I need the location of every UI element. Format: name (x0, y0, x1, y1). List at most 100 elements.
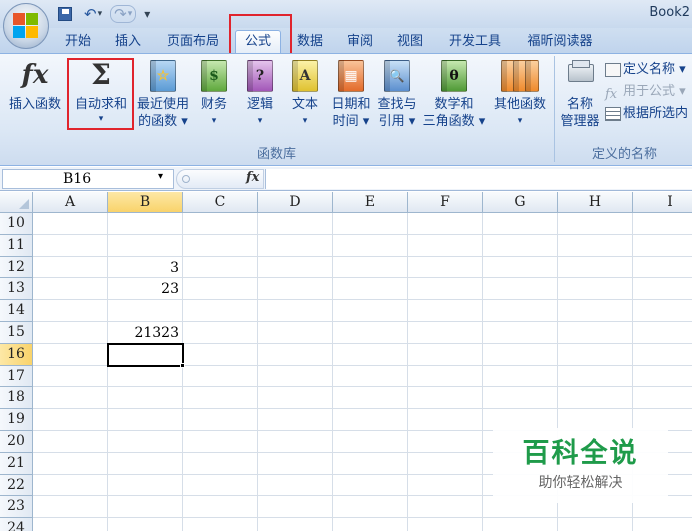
cell-c17[interactable] (183, 365, 258, 388)
cell-g15[interactable] (483, 322, 558, 344)
name-box-dropdown-icon[interactable]: ▾ (158, 171, 163, 182)
cell-e14[interactable] (333, 300, 408, 322)
cell-b11[interactable] (108, 234, 183, 257)
cell-e15[interactable] (333, 322, 408, 344)
customize-qat-button[interactable]: ▾ (144, 5, 150, 23)
cell-e18[interactable] (333, 387, 408, 410)
cell-g14[interactable] (483, 300, 558, 322)
row-header-16[interactable]: 16 (0, 343, 33, 366)
cell-d21[interactable] (258, 452, 333, 475)
fill-handle[interactable] (180, 362, 185, 368)
cell-c23[interactable] (183, 496, 258, 519)
cell-h16[interactable] (558, 343, 633, 366)
create-from-selection-button[interactable]: 根据所选内 (605, 104, 688, 124)
cell-e21[interactable] (333, 452, 408, 475)
tab-view[interactable]: 视图 (390, 31, 430, 53)
cell-a16[interactable] (33, 343, 108, 366)
cell-c10[interactable] (183, 213, 258, 235)
cell-d17[interactable] (258, 365, 333, 388)
cell-b12[interactable]: 3 (108, 256, 183, 279)
cell-b20[interactable] (108, 431, 183, 453)
cell-i17[interactable] (633, 366, 692, 388)
cell-c22[interactable] (183, 474, 258, 497)
cell-g12[interactable] (483, 256, 558, 279)
cell-h13[interactable] (558, 278, 633, 301)
name-manager-button[interactable]: 名称 管理器 (557, 58, 603, 130)
cell-b18[interactable] (108, 387, 183, 410)
logical-button[interactable]: ? 逻辑 ▾ (241, 58, 279, 130)
cell-c12[interactable] (183, 256, 258, 279)
insert-function-button[interactable]: fx 插入函数 (4, 58, 66, 113)
cell-a19[interactable] (33, 409, 108, 431)
cell-e12[interactable] (333, 256, 408, 279)
use-in-formula-button[interactable]: fx 用于公式 ▾ (605, 82, 686, 102)
cell-c14[interactable] (183, 300, 258, 322)
cell-g11[interactable] (483, 234, 558, 257)
row-header-12[interactable]: 12 (0, 256, 33, 279)
undo-button[interactable]: ↶ ▾ (84, 5, 102, 23)
cell-g10[interactable] (483, 213, 558, 235)
cell-h15[interactable] (558, 322, 633, 344)
cell-a21[interactable] (33, 452, 108, 475)
cell-b17[interactable] (108, 365, 183, 388)
cell-e23[interactable] (333, 496, 408, 519)
cell-i24[interactable] (633, 518, 692, 531)
row-header-23[interactable]: 23 (0, 496, 33, 519)
text-button[interactable]: A 文本 ▾ (286, 58, 324, 130)
cell-e22[interactable] (333, 474, 408, 497)
cell-g24[interactable] (483, 518, 558, 531)
row-header-19[interactable]: 19 (0, 409, 33, 431)
cell-f12[interactable] (408, 256, 483, 279)
name-box[interactable]: B16 (2, 169, 174, 189)
cell-f15[interactable] (408, 322, 483, 344)
cell-b14[interactable] (108, 300, 183, 322)
row-header-20[interactable]: 20 (0, 431, 33, 453)
math-trig-button[interactable]: θ 数学和 三角函数 ▾ (421, 58, 487, 130)
cell-i12[interactable] (633, 257, 692, 279)
define-name-button[interactable]: 定义名称 ▾ (605, 60, 686, 80)
cell-i10[interactable] (633, 213, 692, 235)
selected-cell[interactable] (107, 342, 184, 367)
row-header-15[interactable]: 15 (0, 322, 33, 344)
tab-foxit-reader[interactable]: 福昕阅读器 (518, 31, 602, 53)
cell-c15[interactable] (183, 322, 258, 344)
cell-e10[interactable] (333, 213, 408, 235)
cell-d23[interactable] (258, 496, 333, 519)
row-header-17[interactable]: 17 (0, 365, 33, 388)
insert-function-fx-icon[interactable]: fx (246, 170, 259, 185)
cell-e13[interactable] (333, 278, 408, 301)
column-header-c[interactable]: C (183, 192, 258, 213)
cell-f23[interactable] (408, 496, 483, 519)
cell-a18[interactable] (33, 387, 108, 410)
cell-f19[interactable] (408, 409, 483, 431)
recently-used-button[interactable]: ☆ 最近使用 的函数 ▾ (134, 58, 192, 130)
cell-f13[interactable] (408, 278, 483, 301)
cell-b15[interactable]: 21323 (108, 322, 183, 344)
cell-i18[interactable] (633, 387, 692, 410)
more-functions-button[interactable]: 其他函数 ▾ (489, 58, 551, 130)
cell-e17[interactable] (333, 365, 408, 388)
cell-i16[interactable] (633, 344, 692, 366)
cell-c16[interactable] (183, 343, 258, 366)
cell-g16[interactable] (483, 343, 558, 366)
cell-a23[interactable] (33, 496, 108, 519)
cell-h14[interactable] (558, 300, 633, 322)
cell-h10[interactable] (558, 213, 633, 235)
column-header-h[interactable]: H (558, 192, 633, 213)
cell-b21[interactable] (108, 452, 183, 475)
column-header-a[interactable]: A (33, 192, 108, 213)
select-all-corner[interactable] (0, 192, 33, 213)
save-button[interactable] (58, 5, 72, 23)
cell-h12[interactable] (558, 256, 633, 279)
cell-f22[interactable] (408, 474, 483, 497)
date-time-button[interactable]: ▦ 日期和 时间 ▾ (329, 58, 373, 130)
cell-f10[interactable] (408, 213, 483, 235)
row-header-10[interactable]: 10 (0, 213, 33, 235)
column-header-f[interactable]: F (408, 192, 483, 213)
cell-c20[interactable] (183, 431, 258, 453)
cell-e20[interactable] (333, 431, 408, 453)
cell-d24[interactable] (258, 518, 333, 531)
cell-f24[interactable] (408, 518, 483, 531)
cell-i11[interactable] (633, 235, 692, 257)
cell-c21[interactable] (183, 452, 258, 475)
